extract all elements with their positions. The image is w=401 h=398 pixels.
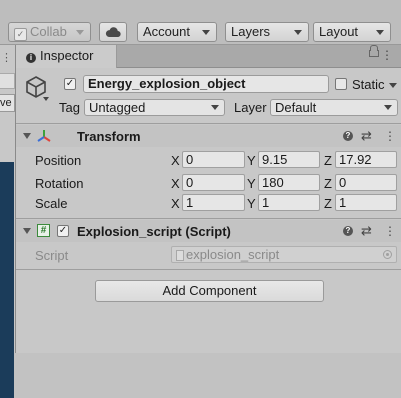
hierarchy-search-field[interactable] [0,73,15,89]
chevron-down-icon [211,105,219,110]
transform-axes-icon [37,130,51,142]
inspector-panel: i Inspector ⋮ ✓ Energy_explosion_object S… [16,45,401,353]
static-label: Static [352,77,385,92]
rotation-label: Rotation [35,176,84,191]
axis-z-label[interactable]: Z [324,153,332,168]
layout-label: Layout [319,24,359,39]
axis-y-label[interactable]: Y [247,196,256,211]
chevron-down-icon [294,30,302,35]
layers-dropdown[interactable]: Layers [225,22,309,42]
script-component-title: Explosion_script (Script) [77,224,231,239]
scale-label: Scale [35,196,68,211]
layer-value: Default [275,100,317,115]
position-z-field[interactable]: 17.92 [335,151,397,168]
transform-title: Transform [77,129,141,144]
transform-header[interactable]: Transform ? ⇄ ⋮ [16,125,401,147]
rotation-z-field[interactable]: 0 [335,174,397,191]
axis-x-label[interactable]: X [171,153,180,168]
top-toolbar: ✓ Collab Account Layers Layout [0,0,401,45]
divider [16,269,401,270]
layout-dropdown[interactable]: Layout [313,22,391,42]
axis-z-label[interactable]: Z [324,196,332,211]
account-dropdown[interactable]: Account [137,22,217,42]
scene-view-edge[interactable] [0,162,14,398]
hierarchy-item-partial[interactable]: ve [0,94,15,112]
panel-menu-icon[interactable]: ⋮ [1,51,12,64]
add-component-button[interactable]: Add Component [95,280,324,302]
axis-y-label[interactable]: Y [247,176,256,191]
foldout-arrow-icon[interactable] [23,133,31,139]
cloud-button[interactable] [99,22,127,42]
divider [16,218,401,219]
chevron-down-icon [76,30,84,35]
panel-menu-icon[interactable]: ⋮ [381,48,393,62]
chevron-down-icon[interactable] [43,97,49,101]
position-label: Position [35,153,82,168]
tag-label: Tag [59,100,80,115]
inspector-tabbar: i Inspector ⋮ [16,45,401,68]
info-icon: i [26,53,36,63]
scale-x-field[interactable]: 1 [182,194,245,211]
foldout-arrow-icon[interactable] [23,228,31,234]
help-icon[interactable]: ? [343,226,353,236]
tag-value: Untagged [89,100,146,115]
script-reference-field[interactable]: explosion_script [171,246,397,263]
hierarchy-panel-edge: ⋮ ve [0,45,16,398]
axis-z-label[interactable]: Z [324,176,332,191]
layer-label: Layer [234,100,267,115]
presets-icon[interactable]: ⇄ [361,128,372,144]
gameobject-name-field[interactable]: Energy_explosion_object [83,75,329,93]
component-menu-icon[interactable]: ⋮ [384,130,396,142]
axis-x-label[interactable]: X [171,176,180,191]
script-file-icon: # [37,224,50,237]
collab-check-icon: ✓ [14,28,27,41]
presets-icon[interactable]: ⇄ [361,223,372,239]
position-x-field[interactable]: 0 [182,151,245,168]
script-asset-icon [176,250,184,261]
position-y-field[interactable]: 9.15 [258,151,320,168]
gameobject-cube-icon[interactable] [24,75,48,99]
account-label: Account [143,24,190,39]
layer-dropdown[interactable]: Default [270,99,398,116]
script-enabled-checkbox[interactable]: ✓ [57,225,69,237]
collab-label: Collab [30,24,67,39]
script-field-label: Script [35,248,69,263]
divider [16,123,401,124]
static-dropdown-chevron-icon[interactable] [389,83,397,88]
collab-dropdown[interactable]: ✓ Collab [8,22,91,42]
tab-inspector-label: Inspector [40,48,94,63]
axis-x-label[interactable]: X [171,196,180,211]
lock-icon[interactable] [369,45,379,57]
component-menu-icon[interactable]: ⋮ [384,225,396,237]
tag-dropdown[interactable]: Untagged [84,99,225,116]
tab-inspector[interactable]: i Inspector [16,45,117,68]
axis-y-label[interactable]: Y [247,153,256,168]
gameobject-active-checkbox[interactable]: ✓ [64,78,76,90]
layers-label: Layers [231,24,271,39]
chevron-down-icon [202,30,210,35]
rotation-y-field[interactable]: 180 [258,174,320,191]
chevron-down-icon [376,30,384,35]
cloud-icon [105,27,121,38]
static-checkbox[interactable] [335,78,347,90]
help-icon[interactable]: ? [343,131,353,141]
scale-y-field[interactable]: 1 [258,194,320,211]
object-picker-icon[interactable] [383,250,392,259]
chevron-down-icon [384,105,392,110]
rotation-x-field[interactable]: 0 [182,174,245,191]
script-reference-value: explosion_script [186,247,280,262]
script-component-header[interactable]: # ✓ Explosion_script (Script) ? ⇄ ⋮ [16,220,401,242]
scale-z-field[interactable]: 1 [335,194,397,211]
